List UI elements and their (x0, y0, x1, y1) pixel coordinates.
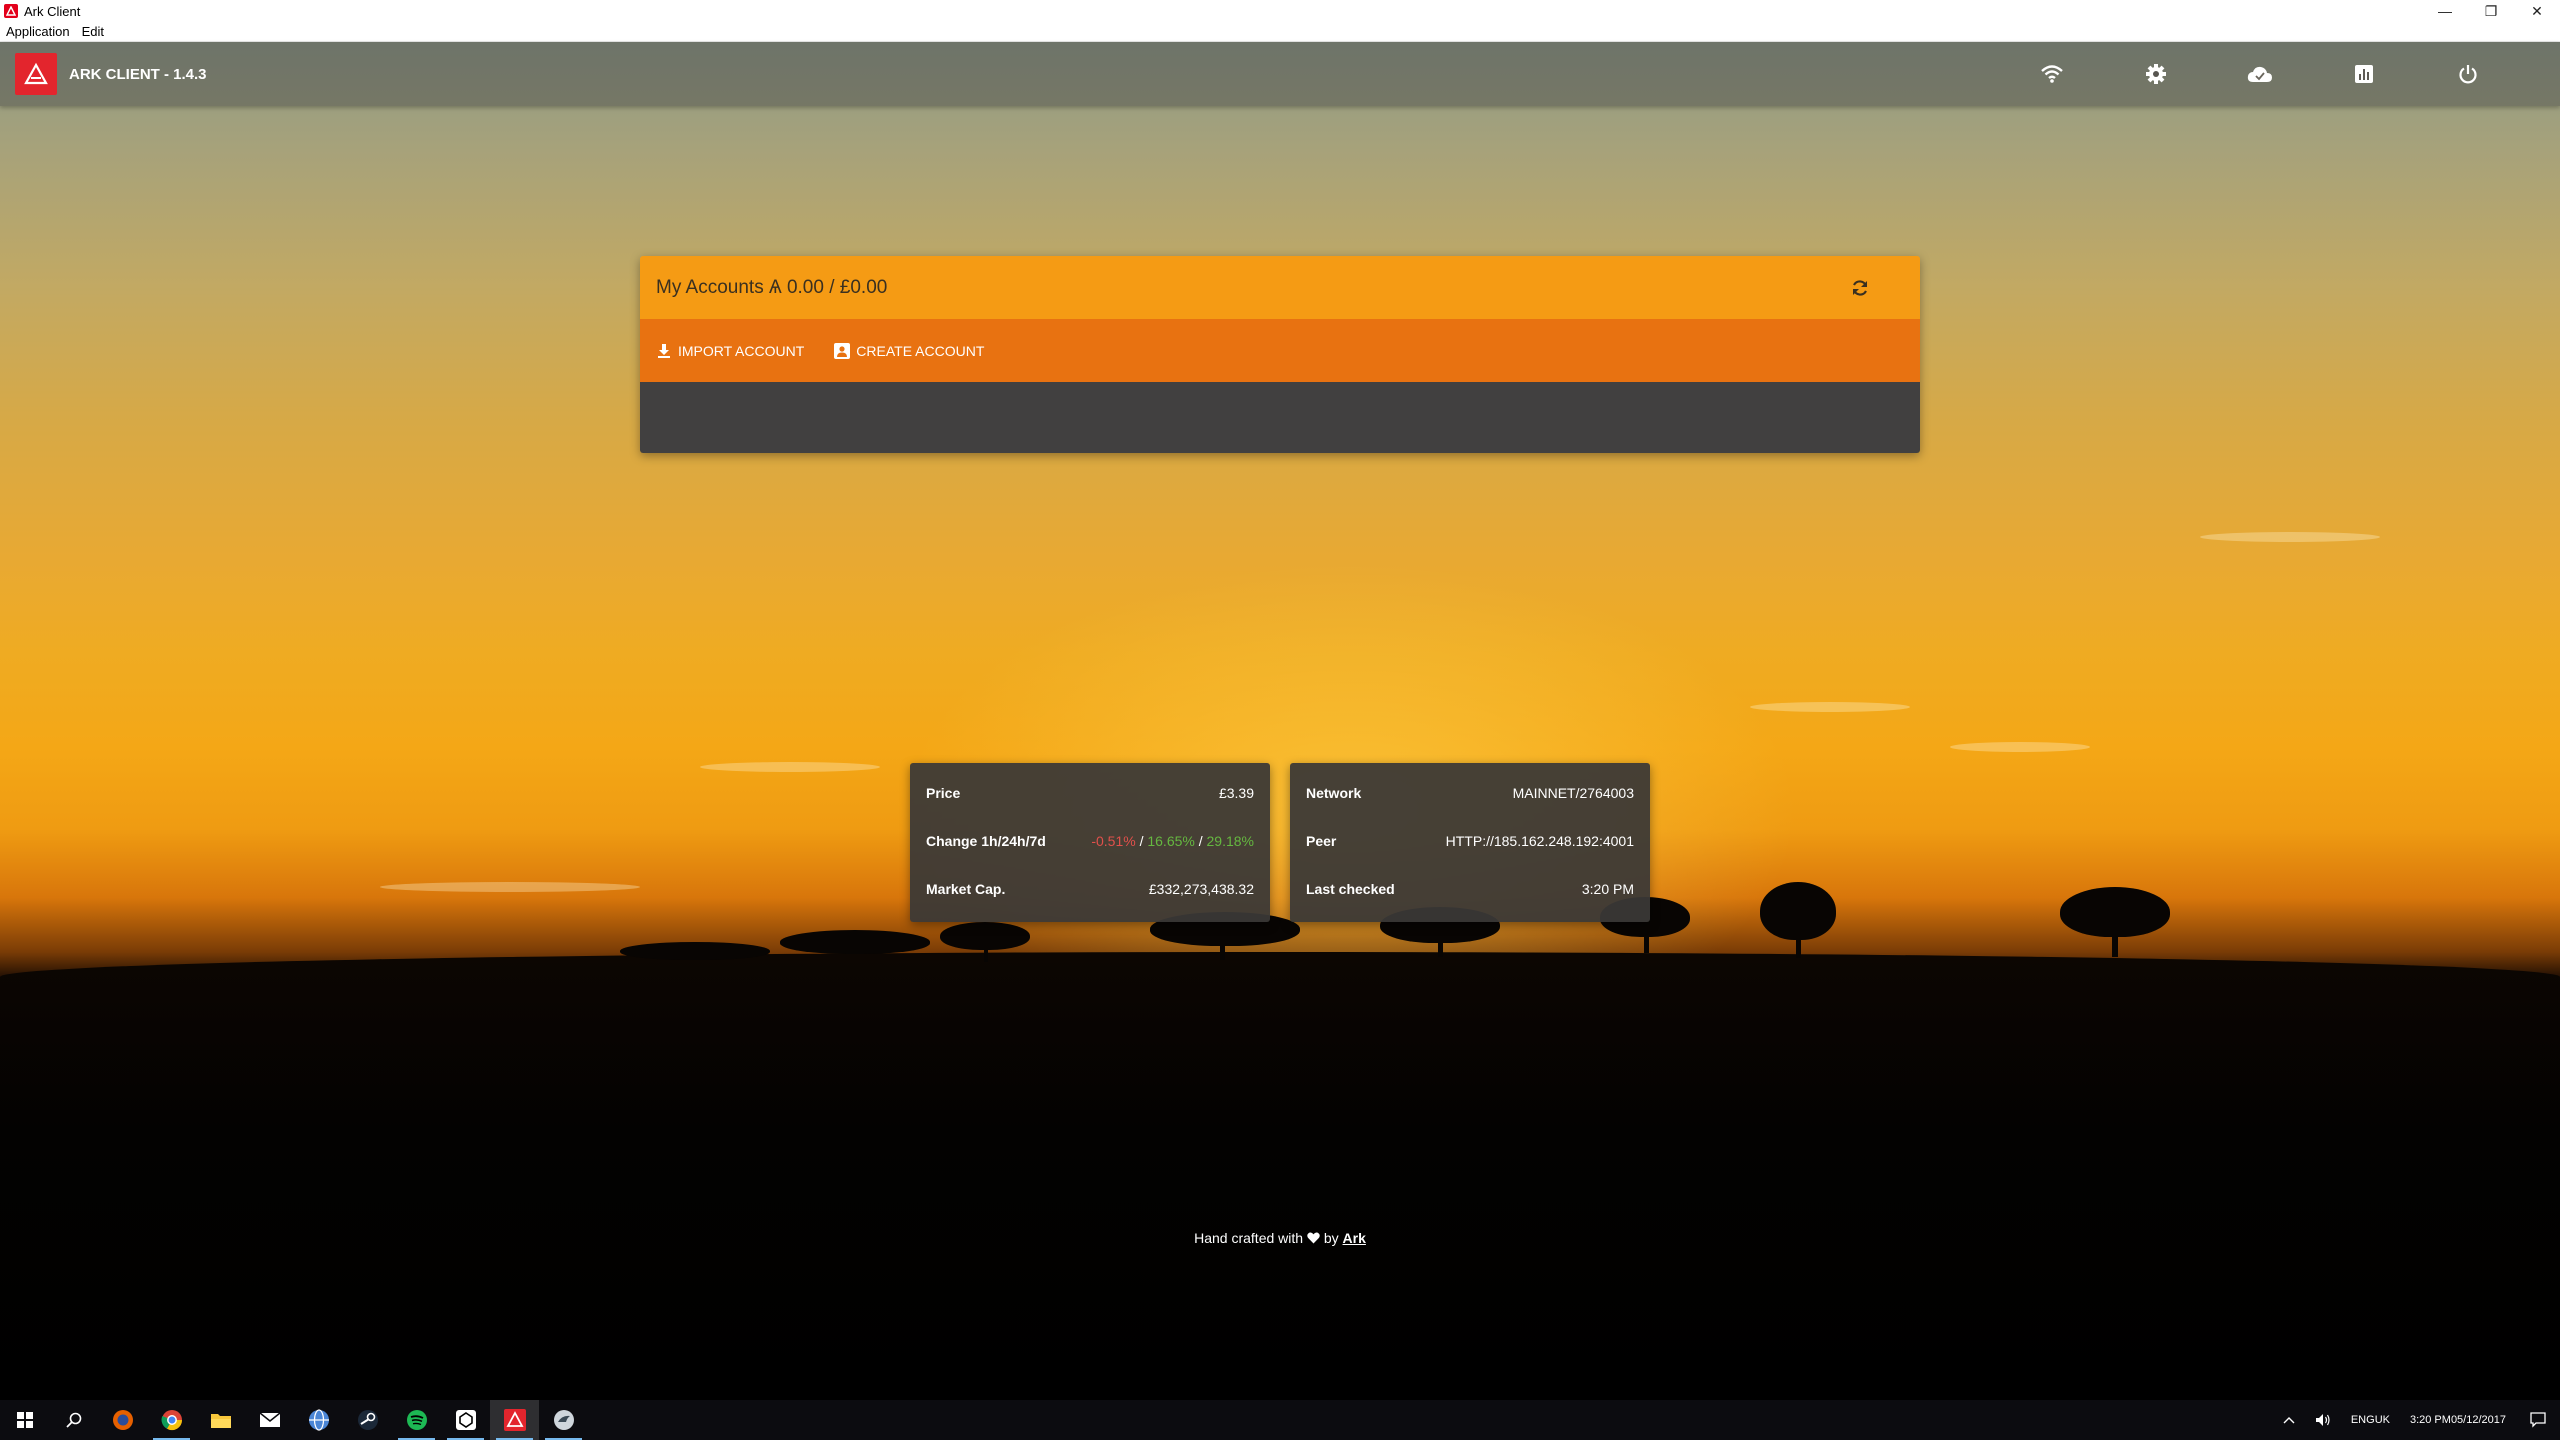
ark-logo-icon[interactable] (15, 53, 57, 95)
price-value: £3.39 (1218, 785, 1254, 801)
close-button[interactable]: ✕ (2514, 0, 2560, 22)
language-code: ENG (2350, 1414, 2375, 1426)
market-cap-label: Market Cap. (926, 881, 1006, 897)
system-tray: ENG UK 3:20 PM 05/12/2017 (2273, 1400, 2560, 1440)
tray-overflow-button[interactable] (2273, 1416, 2305, 1424)
settings-icon[interactable] (2104, 42, 2208, 106)
ark-client-taskbar-icon[interactable] (490, 1400, 539, 1440)
chrome-icon[interactable] (147, 1400, 196, 1440)
window-title: Ark Client (24, 3, 81, 19)
network-card: Network MAINNET/2764003 Peer HTTP://185.… (1290, 763, 1650, 922)
price-label: Price (926, 785, 961, 801)
steam-icon[interactable] (343, 1400, 392, 1440)
cloud-icon[interactable] (2208, 42, 2312, 106)
peer-value: HTTP://185.162.248.192:4001 (1445, 833, 1634, 849)
change-separator: / (1139, 833, 1144, 849)
price-card: Price £3.39 Change 1h/24h/7d -0.51% / 16… (910, 763, 1270, 922)
accounts-card: My Accounts Ѧ 0.00 / £0.00 IMPORT ACCOUN… (640, 256, 1920, 453)
language-indicator[interactable]: ENG UK (2341, 1412, 2400, 1428)
footer: Hand crafted with by Ark (0, 1230, 2560, 1246)
accounts-title: My Accounts Ѧ 0.00 / £0.00 (656, 276, 888, 298)
region-code: UK (2374, 1414, 2390, 1426)
spotify-icon[interactable] (392, 1400, 441, 1440)
file-explorer-icon[interactable] (196, 1400, 245, 1440)
window-titlebar: Ark Client — ❐ ✕ (0, 0, 2560, 22)
market-cap-row: Market Cap. £332,273,438.32 (926, 865, 1254, 913)
power-icon[interactable] (2416, 42, 2520, 106)
last-checked-value: 3:20 PM (1581, 881, 1634, 897)
network-row: Network MAINNET/2764003 (1306, 769, 1634, 817)
last-checked-row: Last checked 3:20 PM (1306, 865, 1634, 913)
change-row: Change 1h/24h/7d -0.51% / 16.65% / 29.18… (926, 817, 1254, 865)
download-icon (656, 343, 672, 359)
create-account-label: CREATE ACCOUNT (856, 342, 985, 359)
firefox-icon[interactable] (98, 1400, 147, 1440)
change-separator: / (1198, 833, 1203, 849)
change-1h: -0.51% (1091, 833, 1136, 849)
price-row: Price £3.39 (926, 769, 1254, 817)
change-24h: 16.65% (1147, 833, 1195, 849)
network-label: Network (1306, 785, 1362, 801)
menubar: Application Edit (0, 22, 2560, 42)
start-button[interactable] (0, 1400, 49, 1440)
accounts-header: My Accounts Ѧ 0.00 / £0.00 (640, 256, 1920, 319)
change-values: -0.51% / 16.65% / 29.18% (1091, 833, 1254, 849)
import-account-button[interactable]: IMPORT ACCOUNT (656, 343, 804, 359)
peer-label: Peer (1306, 833, 1337, 849)
clock-time: 3:20 PM (2409, 1414, 2451, 1426)
ark-link[interactable]: Ark (1343, 1230, 1366, 1246)
accounts-actions: IMPORT ACCOUNT CREATE ACCOUNT (640, 319, 1920, 382)
change-7d: 29.18% (1206, 833, 1254, 849)
last-checked-label: Last checked (1306, 881, 1395, 897)
ark-app-icon (4, 4, 18, 18)
menu-application[interactable]: Application (0, 24, 76, 39)
network-value: MAINNET/2764003 (1512, 785, 1634, 801)
mail-icon[interactable] (245, 1400, 294, 1440)
globe-app-icon[interactable] (294, 1400, 343, 1440)
bird-app-icon[interactable] (539, 1400, 588, 1440)
restore-button[interactable]: ❐ (2468, 0, 2514, 22)
notifications-icon[interactable] (2516, 1412, 2560, 1428)
refresh-icon[interactable] (1850, 278, 1870, 298)
create-account-button[interactable]: CREATE ACCOUNT (834, 342, 985, 359)
footer-text: Hand crafted with (1194, 1230, 1304, 1246)
wifi-icon[interactable] (2000, 42, 2104, 106)
app-header: ARK CLIENT - 1.4.3 (0, 42, 2560, 106)
heart-icon (1307, 1230, 1324, 1246)
footer-by: by (1323, 1230, 1339, 1246)
chart-icon[interactable] (2312, 42, 2416, 106)
unity-icon[interactable] (441, 1400, 490, 1440)
taskbar: ENG UK 3:20 PM 05/12/2017 (0, 1400, 2560, 1440)
clock[interactable]: 3:20 PM 05/12/2017 (2400, 1412, 2516, 1428)
change-label: Change 1h/24h/7d (926, 833, 1046, 849)
accounts-list (640, 382, 1920, 453)
search-icon[interactable] (49, 1400, 98, 1440)
minimize-button[interactable]: — (2422, 0, 2468, 22)
account-box-icon (834, 342, 851, 359)
menu-edit[interactable]: Edit (76, 24, 110, 39)
clock-date: 05/12/2017 (2450, 1414, 2506, 1426)
volume-icon[interactable] (2305, 1413, 2341, 1427)
market-cap-value: £332,273,438.32 (1148, 881, 1254, 897)
background-scene (0, 42, 2560, 1400)
import-account-label: IMPORT ACCOUNT (678, 342, 805, 359)
app-title: ARK CLIENT - 1.4.3 (69, 65, 207, 83)
peer-row: Peer HTTP://185.162.248.192:4001 (1306, 817, 1634, 865)
